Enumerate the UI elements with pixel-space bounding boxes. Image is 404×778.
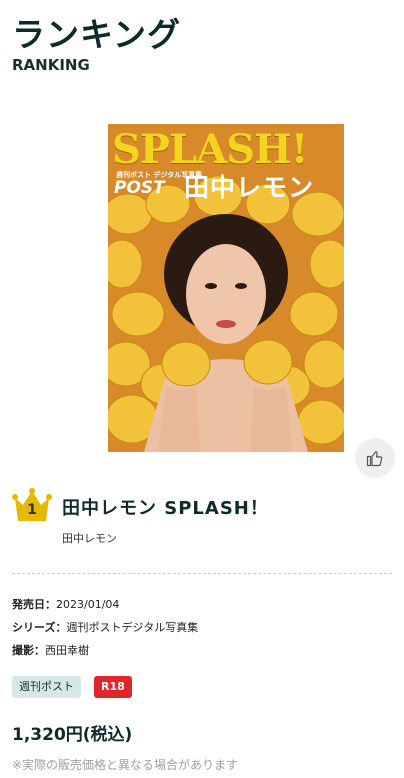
release-date-row: 発売日：2023/01/04 [12, 596, 119, 612]
photographer-row: 撮影：西田幸樹 [12, 642, 89, 658]
rank-badge: 1 [12, 488, 52, 524]
cover-brand: POST [114, 178, 165, 198]
product-title[interactable]: 田中レモン SPLASH！ [62, 494, 269, 520]
photographer-label: 撮影： [12, 644, 45, 657]
cover-image[interactable]: SPLASH! 週刊ポスト デジタル写真集 POST 田中レモン [108, 124, 344, 452]
series-value[interactable]: 週刊ポストデジタル写真集 [66, 621, 198, 634]
thumbs-up-icon [366, 451, 383, 467]
cover-title: SPLASH! [112, 126, 308, 173]
release-date-value: 2023/01/04 [56, 598, 120, 611]
product-author[interactable]: 田中レモン [62, 530, 117, 546]
like-button[interactable] [355, 438, 395, 478]
divider [12, 573, 392, 574]
series-label: シリーズ： [12, 621, 67, 634]
page-subtitle: RANKING [12, 56, 90, 74]
release-date-label: 発売日： [12, 598, 56, 611]
cover-name: 田中レモン [184, 173, 315, 202]
tag-r18: R18 [94, 676, 132, 698]
price-note: ※実際の販売価格と異なる場合があります [12, 758, 239, 772]
photographer-value[interactable]: 西田幸樹 [45, 644, 89, 657]
tag-series[interactable]: 週刊ポスト [12, 676, 81, 698]
price: 1,320円(税込) [12, 725, 133, 745]
rank-number: 1 [27, 502, 37, 518]
series-row: シリーズ：週刊ポストデジタル写真集 [12, 619, 198, 635]
page-title: ランキング [12, 15, 182, 54]
